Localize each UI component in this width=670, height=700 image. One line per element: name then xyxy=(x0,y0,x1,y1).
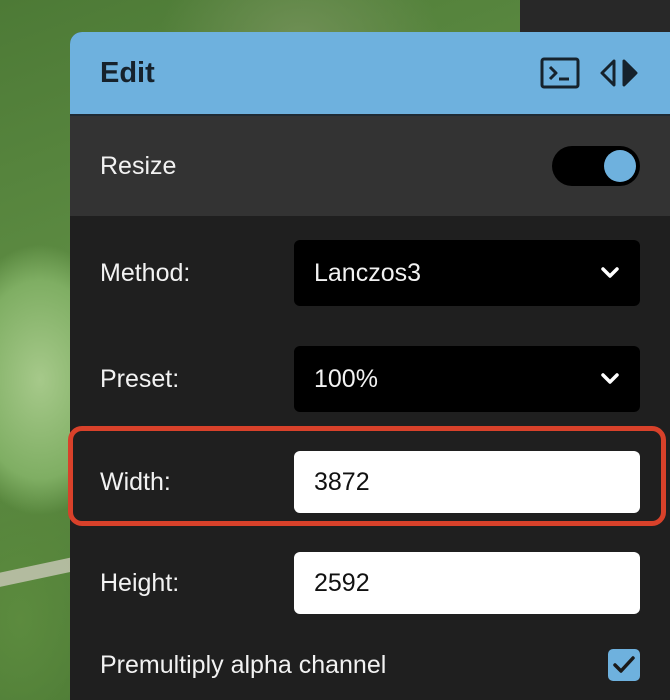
toggle-knob xyxy=(604,150,636,182)
height-label: Height: xyxy=(100,568,180,597)
method-label: Method: xyxy=(100,258,191,287)
resize-row: Resize xyxy=(70,116,670,216)
height-row: Height: xyxy=(70,550,670,616)
resize-toggle[interactable] xyxy=(552,146,640,186)
method-select[interactable]: Lanczos3 xyxy=(294,240,640,306)
resize-options: Method: Lanczos3 Preset: 100% Width: Hei xyxy=(70,216,670,700)
premultiply-checkbox[interactable] xyxy=(608,649,640,681)
swap-arrows-icon[interactable] xyxy=(598,57,640,89)
resize-label: Resize xyxy=(100,151,177,180)
method-value: Lanczos3 xyxy=(314,258,422,287)
edit-panel: Edit Resize Method: Lanczos3 Preset: 100… xyxy=(70,32,670,700)
width-row: Width: xyxy=(70,449,670,515)
panel-header: Edit xyxy=(70,32,670,116)
chevron-down-icon xyxy=(601,267,619,278)
header-icons xyxy=(540,57,640,89)
preset-value: 100% xyxy=(314,364,378,393)
width-input[interactable] xyxy=(294,451,640,513)
terminal-icon[interactable] xyxy=(540,57,580,89)
preset-select[interactable]: 100% xyxy=(294,346,640,412)
checkmark-icon xyxy=(613,656,635,673)
premultiply-row: Premultiply alpha channel xyxy=(70,640,670,690)
preset-label: Preset: xyxy=(100,364,180,393)
chevron-down-icon xyxy=(601,373,619,384)
preset-row: Preset: 100% xyxy=(70,346,670,412)
panel-title: Edit xyxy=(100,56,155,89)
method-row: Method: Lanczos3 xyxy=(70,240,670,306)
width-label: Width: xyxy=(100,467,171,496)
height-input[interactable] xyxy=(294,552,640,614)
premultiply-label: Premultiply alpha channel xyxy=(100,650,387,679)
